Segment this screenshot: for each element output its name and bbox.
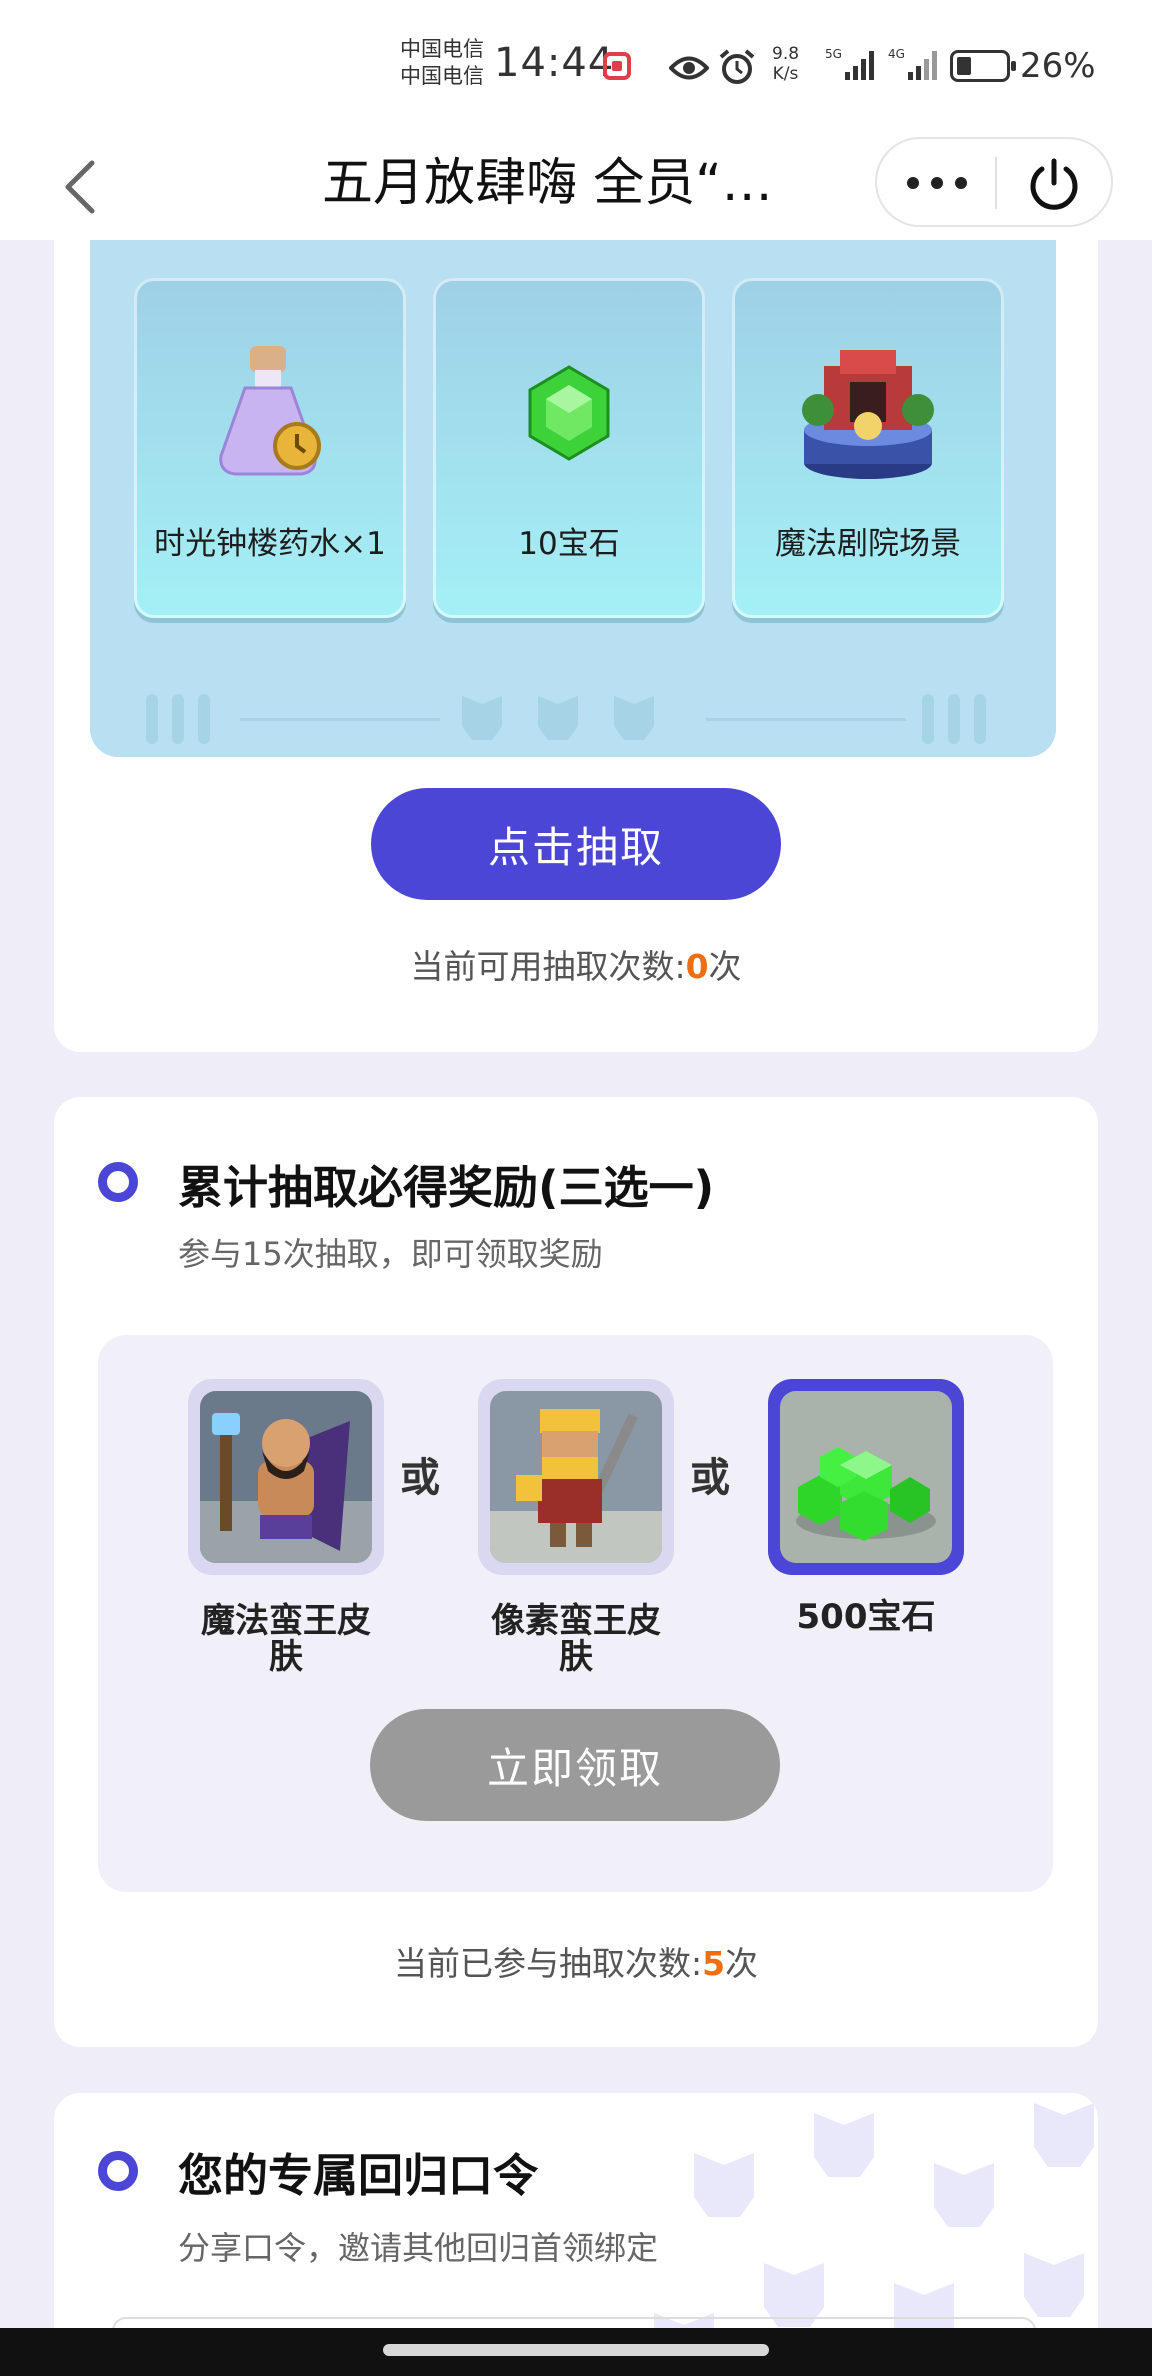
section-subtitle: 分享口令，邀请其他回归首领绑定 [178,2229,659,2267]
alarm-icon [719,49,755,84]
available-draws-text: 当前可用抽取次数:0次 [54,940,1098,988]
section-bullet-icon [98,1162,138,1202]
capsule-divider [995,157,997,209]
reward-option-name: 500宝石 [796,1597,936,1637]
theater-scene-icon [732,333,1004,493]
close-power-icon[interactable] [1025,155,1083,213]
prize-item-theater-scene: 魔法剧院场景 [732,278,1004,618]
reward-option-name: 魔法蛮王皮肤 [201,1601,371,1677]
prize-pool-card: 时光钟楼药水×1 10宝石 魔法剧院场景 点击抽取 当前可用抽取次数:0次 [54,180,1098,1052]
prize-item-label: 魔法剧院场景 [775,526,961,562]
nav-bar: 五月放肆嗨 全员“… [0,135,1152,240]
battery-icon [950,50,1016,82]
screen-record-icon [603,52,631,80]
joined-draws-count: 5 [702,1944,726,1983]
system-gesture-bar [0,2328,1152,2376]
carrier-name: 中国电信 中国电信 [400,36,484,90]
reward-option-pixel-king[interactable] [478,1379,674,1575]
network-speed-value: 9.8 [772,44,800,64]
panel-decoration [146,694,986,744]
prize-item-gems: 10宝石 [433,278,705,618]
status-bar: 中国电信 中国电信 14:44 9.8 K/s 5G 4G 26% [0,0,1152,135]
prize-item-potion: 时光钟楼药水×1 [134,278,406,618]
page-title: 五月放肆嗨 全员“… [322,154,773,213]
mini-program-capsule [875,137,1113,227]
home-indicator[interactable] [383,2344,769,2356]
network-speed: 9.8 K/s [772,44,799,84]
back-arrow-icon[interactable] [58,157,102,217]
section-title: 您的专属回归口令 [178,2149,539,2202]
joined-draws-unit: 次 [725,1944,759,1983]
or-separator: 或 [400,1455,440,1501]
section-title: 累计抽取必得奖励(三选一) [178,1161,715,1214]
network-speed-unit: K/s [772,64,799,84]
pixel-barbarian-king-skin-icon [490,1391,662,1563]
reward-options-panel: 或 魔法蛮王皮肤 或 像素蛮王皮肤 500宝石 立即领取 [98,1335,1053,1892]
section-subtitle: 参与15次抽取，即可领取奖励 [178,1235,603,1273]
gems-pile-icon [780,1391,952,1563]
reward-option-name: 像素蛮王皮肤 [491,1601,661,1677]
cumulative-reward-card: 累计抽取必得奖励(三选一) 参与15次抽取，即可领取奖励 或 魔法蛮王皮肤 或 … [54,1097,1098,2047]
battery-percent: 26% [1020,46,1096,86]
more-options-icon[interactable] [907,161,967,205]
clock: 14:44 [494,40,615,86]
prize-item-label: 时光钟楼药水×1 [154,526,386,562]
eye-icon [669,56,709,80]
reward-option-magic-king[interactable] [188,1379,384,1575]
section-bullet-icon [98,2151,138,2191]
signal-5g-icon: 5G [825,47,874,80]
reward-option-500-gems[interactable] [768,1379,964,1575]
available-draws-count: 0 [685,947,709,986]
joined-draws-label: 当前已参与抽取次数: [393,1944,703,1983]
prize-item-label: 10宝石 [518,526,620,562]
or-separator: 或 [690,1455,730,1501]
claim-reward-button[interactable]: 立即领取 [370,1709,780,1821]
joined-draws-text: 当前已参与抽取次数:5次 [54,1937,1098,1985]
available-draws-label: 当前可用抽取次数: [410,947,686,986]
gem-icon [433,333,705,493]
signal-4g-icon: 4G [888,47,937,80]
carrier-line-2: 中国电信 [400,64,484,88]
carrier-line-1: 中国电信 [400,37,484,61]
draw-button[interactable]: 点击抽取 [371,788,781,900]
prize-pool-panel: 时光钟楼药水×1 10宝石 魔法剧院场景 [90,210,1056,757]
network-5g-label: 5G [825,47,842,61]
potion-icon [134,333,406,493]
network-4g-label: 4G [888,47,905,61]
magic-barbarian-king-skin-icon [200,1391,372,1563]
available-draws-unit: 次 [708,947,742,986]
